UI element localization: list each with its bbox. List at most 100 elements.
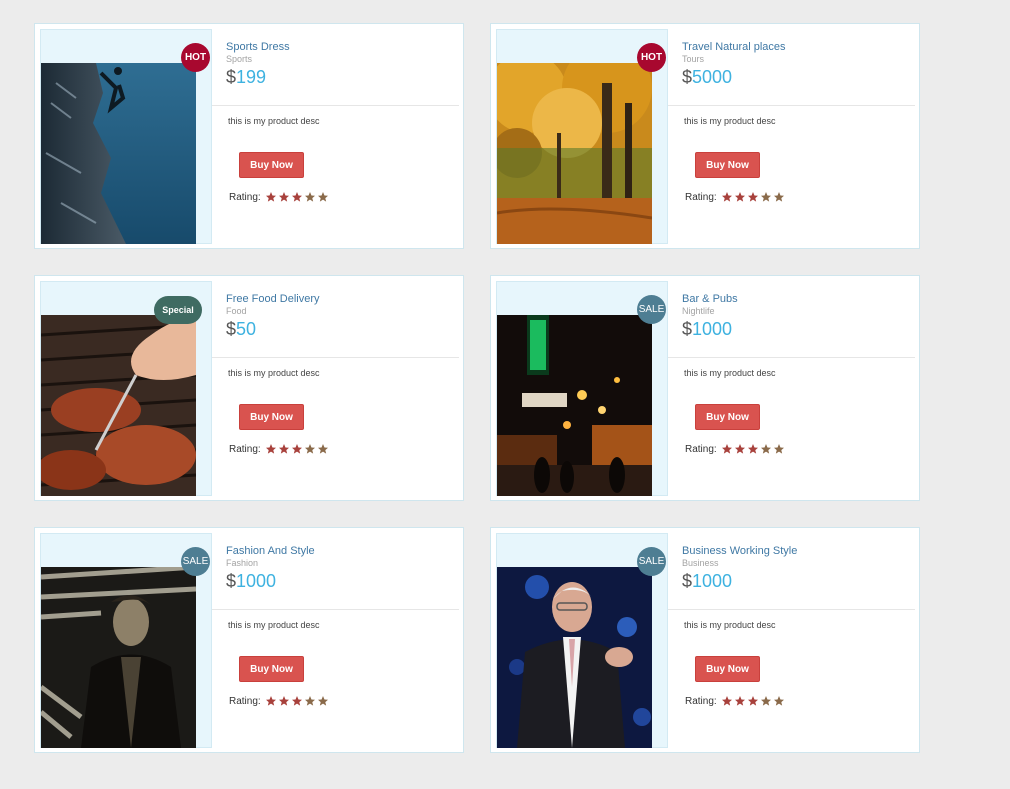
- product-image-frame: SALE: [496, 281, 668, 496]
- product-rating: Rating:: [229, 443, 330, 455]
- rating-stars: [265, 695, 330, 707]
- product-description: this is my product desc: [228, 116, 320, 126]
- price-amount: 5000: [692, 67, 733, 87]
- currency-symbol: $: [226, 67, 237, 87]
- divider: [668, 609, 915, 610]
- price-amount: 199: [236, 67, 267, 87]
- product-image[interactable]: [41, 315, 196, 496]
- price-amount: 50: [236, 319, 257, 339]
- product-image[interactable]: [41, 567, 196, 748]
- currency-symbol: $: [226, 571, 237, 591]
- buy-now-button[interactable]: Buy Now: [695, 152, 760, 178]
- product-image-frame: SALE: [496, 533, 668, 748]
- product-rating: Rating:: [229, 191, 330, 203]
- star-icon: [747, 444, 758, 454]
- star-icon: [721, 444, 732, 454]
- star-icon: [721, 192, 732, 202]
- product-title[interactable]: Bar & Pubs: [682, 293, 917, 306]
- product-description: this is my product desc: [684, 368, 776, 378]
- product-image[interactable]: [41, 63, 196, 244]
- star-icon: [773, 192, 784, 202]
- product-card: HOT Travel Natural places Tours $5000 th…: [490, 23, 920, 249]
- rating-stars: [721, 695, 786, 707]
- product-card: SALE Business Working Style Business $10…: [490, 527, 920, 753]
- price-amount: 1000: [692, 571, 733, 591]
- product-price: $199: [226, 66, 461, 88]
- product-title[interactable]: Fashion And Style: [226, 545, 461, 558]
- price-amount: 1000: [236, 571, 277, 591]
- star-icon: [747, 696, 758, 706]
- star-icon: [278, 696, 289, 706]
- product-description: this is my product desc: [684, 620, 776, 630]
- product-category: Tours: [682, 54, 705, 64]
- product-title[interactable]: Sports Dress: [226, 41, 461, 54]
- rating-label: Rating:: [229, 191, 261, 203]
- star-icon: [291, 696, 302, 706]
- divider: [668, 357, 915, 358]
- star-icon: [317, 444, 328, 454]
- hot-badge: HOT: [637, 43, 666, 72]
- product-image[interactable]: [497, 567, 652, 748]
- product-image[interactable]: [497, 315, 652, 496]
- special-badge: Special: [154, 296, 202, 324]
- product-category: Sports: [226, 54, 253, 64]
- product-price: $1000: [682, 318, 917, 340]
- star-icon: [773, 696, 784, 706]
- product-card: SALE Fashion And Style Fashion $1000 thi…: [34, 527, 464, 753]
- star-icon: [734, 192, 745, 202]
- product-card: Special Free Food Delivery Food $50 this…: [34, 275, 464, 501]
- product-category: Business: [682, 558, 719, 568]
- star-icon: [278, 192, 289, 202]
- rating-label: Rating:: [229, 443, 261, 455]
- divider: [212, 609, 459, 610]
- star-icon: [304, 444, 315, 454]
- star-icon: [304, 192, 315, 202]
- star-icon: [773, 444, 784, 454]
- product-info: Bar & Pubs Nightlife $1000: [682, 293, 917, 340]
- product-info: Fashion And Style Fashion $1000: [226, 545, 461, 592]
- star-icon: [317, 696, 328, 706]
- product-price: $1000: [682, 570, 917, 592]
- product-grid: HOT Sports Dress Sports $199 this is my …: [0, 0, 1010, 789]
- star-icon: [721, 696, 732, 706]
- product-price: $50: [226, 318, 461, 340]
- product-title[interactable]: Travel Natural places: [682, 41, 917, 54]
- rating-label: Rating:: [685, 443, 717, 455]
- divider: [668, 105, 915, 106]
- product-title[interactable]: Free Food Delivery: [226, 293, 461, 306]
- product-image-frame: SALE: [40, 533, 212, 748]
- star-icon: [265, 444, 276, 454]
- product-category: Fashion: [226, 558, 259, 568]
- product-price: $5000: [682, 66, 917, 88]
- product-image-frame: HOT: [40, 29, 212, 244]
- rating-stars: [265, 443, 330, 455]
- buy-now-button[interactable]: Buy Now: [695, 404, 760, 430]
- currency-symbol: $: [682, 67, 693, 87]
- product-image[interactable]: [497, 63, 652, 244]
- product-rating: Rating:: [685, 443, 786, 455]
- currency-symbol: $: [226, 319, 237, 339]
- divider: [212, 105, 459, 106]
- sale-badge: SALE: [637, 547, 666, 576]
- product-rating: Rating:: [229, 695, 330, 707]
- product-info: Free Food Delivery Food $50: [226, 293, 461, 340]
- star-icon: [278, 444, 289, 454]
- rating-label: Rating:: [685, 695, 717, 707]
- product-description: this is my product desc: [228, 620, 320, 630]
- product-rating: Rating:: [685, 695, 786, 707]
- star-icon: [760, 696, 771, 706]
- product-image-frame: HOT: [496, 29, 668, 244]
- buy-now-button[interactable]: Buy Now: [239, 656, 304, 682]
- buy-now-button[interactable]: Buy Now: [239, 152, 304, 178]
- product-card: SALE Bar & Pubs Nightlife $1000 this is …: [490, 275, 920, 501]
- price-amount: 1000: [692, 319, 733, 339]
- rating-stars: [721, 191, 786, 203]
- product-info: Sports Dress Sports $199: [226, 41, 461, 88]
- star-icon: [291, 444, 302, 454]
- buy-now-button[interactable]: Buy Now: [239, 404, 304, 430]
- buy-now-button[interactable]: Buy Now: [695, 656, 760, 682]
- rating-stars: [721, 443, 786, 455]
- star-icon: [265, 192, 276, 202]
- product-title[interactable]: Business Working Style: [682, 545, 917, 558]
- hot-badge: HOT: [181, 43, 210, 72]
